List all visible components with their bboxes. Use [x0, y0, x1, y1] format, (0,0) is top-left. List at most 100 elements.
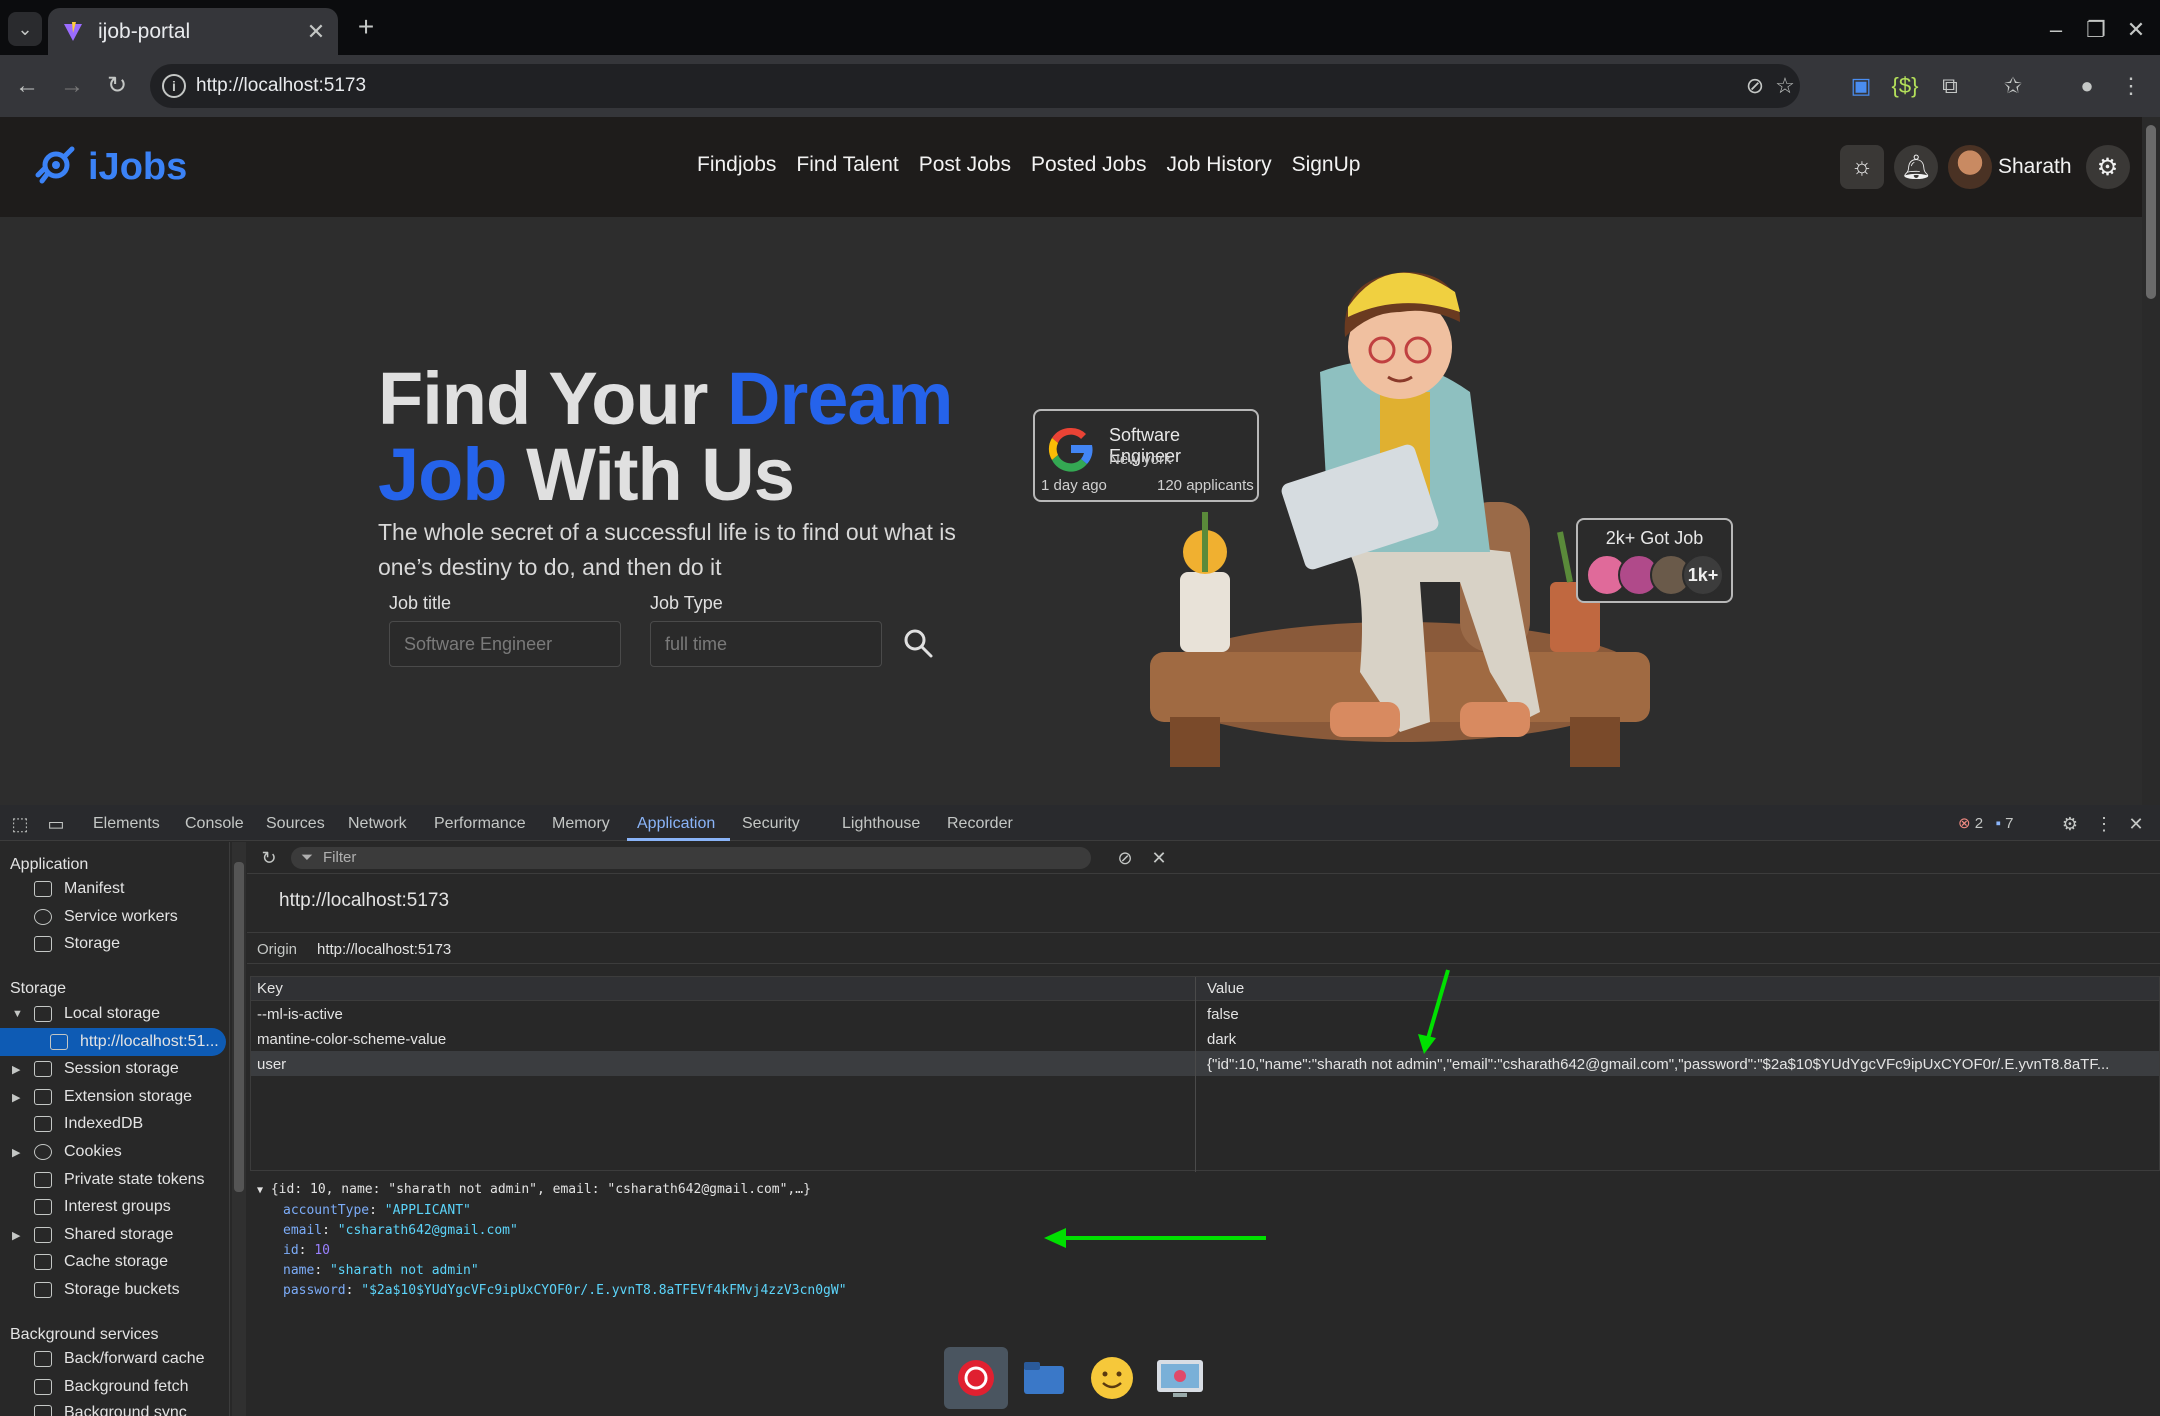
minimize-icon[interactable]: –: [2038, 14, 2074, 46]
avatar[interactable]: [1948, 145, 1992, 189]
delete-selected-icon[interactable]: ✕: [1147, 846, 1171, 870]
collapsed-arrow-icon[interactable]: ▶: [12, 1091, 20, 1104]
tab-application[interactable]: Application: [637, 815, 715, 833]
notifications-bell-icon[interactable]: 🔔︎: [1894, 145, 1938, 189]
sidebar-item-storage[interactable]: Storage: [34, 931, 120, 957]
filter-input[interactable]: ⏷ Filter: [291, 847, 1091, 869]
nav-posted-jobs[interactable]: Posted Jobs: [1031, 153, 1147, 177]
tab-close-icon[interactable]: ✕: [302, 19, 330, 45]
window-close-icon[interactable]: ✕: [2118, 14, 2154, 46]
tab-title: ijob-portal: [98, 19, 191, 43]
sidebar-item-local-storage[interactable]: ▼ Local storage: [12, 1001, 160, 1027]
value-column-header[interactable]: Value: [1207, 980, 1244, 997]
refresh-icon[interactable]: ↻: [257, 846, 281, 870]
username[interactable]: Sharath: [1998, 155, 2072, 179]
search-icon[interactable]: [900, 625, 936, 661]
tab-lighthouse[interactable]: Lighthouse: [842, 815, 920, 833]
tab-performance[interactable]: Performance: [434, 815, 526, 833]
bookmark-star-icon[interactable]: ☆: [1770, 71, 1800, 101]
sidebar-item-indexeddb[interactable]: IndexedDB: [34, 1111, 143, 1137]
sidebar-item-interest-groups[interactable]: Interest groups: [34, 1194, 171, 1220]
browser-menu-icon[interactable]: ⋮: [2116, 71, 2146, 101]
field-key: email: [283, 1223, 323, 1238]
dock-app-browser-icon[interactable]: [944, 1347, 1008, 1409]
sidebar-item-cookies[interactable]: ▶ Cookies: [12, 1139, 122, 1165]
vite-favicon-icon: [64, 21, 82, 41]
sidebar-item-cache-storage[interactable]: Cache storage: [34, 1249, 168, 1275]
sidebar-item-bfcache[interactable]: Back/forward cache: [34, 1346, 205, 1372]
sidebar-item-storage-buckets[interactable]: Storage buckets: [34, 1277, 180, 1303]
profile-icon[interactable]: ●: [2072, 71, 2102, 101]
field-key: accountType: [283, 1203, 370, 1218]
device-toolbar-icon[interactable]: ▭: [44, 812, 68, 836]
forward-icon[interactable]: →: [55, 69, 89, 103]
nav-job-history[interactable]: Job History: [1167, 153, 1272, 177]
job-title-input[interactable]: Software Engineer: [389, 621, 621, 667]
address-bar[interactable]: i http://localhost:5173 ⊘ ☆: [150, 64, 1800, 108]
job-type-input[interactable]: full time: [650, 621, 882, 667]
sidebar-item-extension-storage[interactable]: ▶ Extension storage: [12, 1084, 192, 1110]
nav-findjobs[interactable]: Findjobs: [697, 153, 776, 177]
database-icon: [34, 1351, 52, 1367]
settings-gear-icon[interactable]: ⚙: [2085, 145, 2130, 189]
devtools-panel: ⬚ ▭ Elements Console Sources Network Per…: [0, 805, 2160, 1416]
collapsed-arrow-icon[interactable]: ▶: [12, 1229, 20, 1242]
restore-icon[interactable]: ❐: [2078, 14, 2114, 46]
tab-sources[interactable]: Sources: [266, 815, 325, 833]
inspect-element-icon[interactable]: ⬚: [8, 812, 32, 836]
key-column-header[interactable]: Key: [257, 980, 283, 997]
sidebar-item-background-sync[interactable]: Background sync: [34, 1400, 187, 1416]
collapsed-arrow-icon[interactable]: ▶: [12, 1146, 20, 1159]
page-scrollbar[interactable]: [2142, 117, 2160, 805]
sidebar-item-shared-storage[interactable]: ▶ Shared storage: [12, 1222, 173, 1248]
issue-badges[interactable]: ⊗ 2 ▪ 7: [1958, 814, 2013, 832]
folder-icon: [1024, 1362, 1064, 1394]
extensions-puzzle-icon[interactable]: ⧉: [1935, 71, 1965, 101]
tab-memory[interactable]: Memory: [552, 815, 610, 833]
back-icon[interactable]: ←: [10, 69, 44, 103]
nav-find-talent[interactable]: Find Talent: [796, 153, 898, 177]
browser-tab[interactable]: ijob-portal ✕: [48, 8, 338, 55]
devtools-close-icon[interactable]: ✕: [2124, 812, 2148, 836]
tracking-eye-off-icon[interactable]: ⊘: [1740, 71, 1770, 101]
cookie-icon: [34, 1144, 52, 1160]
sidebar-item-localhost[interactable]: http://localhost:51...: [0, 1028, 226, 1056]
extension-json-icon[interactable]: {$}: [1890, 71, 1920, 101]
extension-bitwarden-icon[interactable]: ▣: [1846, 71, 1876, 101]
sidebar-item-manifest[interactable]: Manifest: [34, 876, 124, 902]
tab-network[interactable]: Network: [348, 815, 407, 833]
logo-text: iJobs: [88, 145, 188, 188]
dock-app-screenshot-icon[interactable]: [1148, 1347, 1212, 1409]
reload-icon[interactable]: ↻: [100, 69, 134, 103]
dock-app-emoji-icon[interactable]: [1080, 1347, 1144, 1409]
tab-search-button[interactable]: ⌄: [8, 12, 42, 46]
tab-recorder[interactable]: Recorder: [947, 815, 1013, 833]
new-tab-button[interactable]: +: [350, 12, 382, 44]
sidebar-item-private-state-tokens[interactable]: Private state tokens: [34, 1167, 205, 1193]
devtools-menu-icon[interactable]: ⋮: [2092, 812, 2116, 836]
nav-signup[interactable]: SignUp: [1292, 153, 1361, 177]
collapsed-arrow-icon[interactable]: ▶: [12, 1063, 20, 1076]
devtools-settings-icon[interactable]: ⚙: [2058, 812, 2082, 836]
sidebar-item-background-fetch[interactable]: Background fetch: [34, 1374, 189, 1400]
clear-all-icon[interactable]: ⊘: [1113, 846, 1137, 870]
site-info-icon[interactable]: i: [162, 74, 186, 98]
reading-list-icon[interactable]: ✩: [1998, 71, 2028, 101]
theme-toggle-sun-icon[interactable]: ☼: [1840, 145, 1884, 189]
tab-elements[interactable]: Elements: [93, 815, 160, 833]
table-icon: [34, 1089, 52, 1105]
preview-summary[interactable]: ▼ {id: 10, name: "sharath not admin", em…: [257, 1180, 847, 1201]
got-job-card: 2k+ Got Job 1k+: [1576, 518, 1733, 603]
sidebar-item-session-storage[interactable]: ▶ Session storage: [12, 1056, 179, 1082]
browser-app-icon: [958, 1360, 994, 1396]
table-icon: [34, 1061, 52, 1077]
tab-security[interactable]: Security: [742, 815, 800, 833]
sidebar-item-service-workers[interactable]: Service workers: [34, 904, 178, 930]
site-logo[interactable]: iJobs: [32, 145, 187, 189]
column-divider[interactable]: [1195, 977, 1196, 1172]
dock-app-files-icon[interactable]: [1012, 1347, 1076, 1409]
sidebar-scrollbar[interactable]: [232, 842, 246, 1416]
tab-console[interactable]: Console: [185, 815, 244, 833]
expanded-arrow-icon[interactable]: ▼: [12, 1008, 23, 1020]
nav-post-jobs[interactable]: Post Jobs: [919, 153, 1011, 177]
